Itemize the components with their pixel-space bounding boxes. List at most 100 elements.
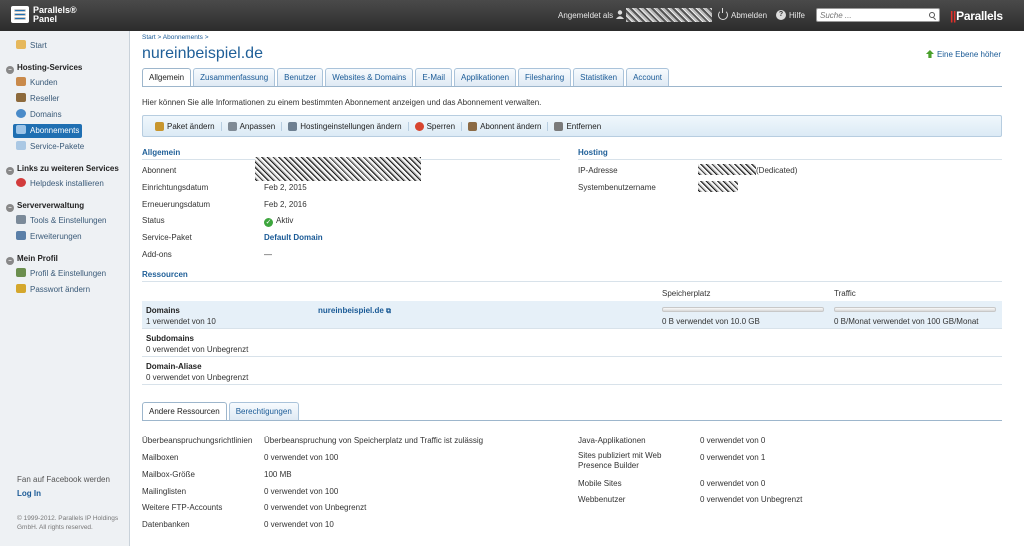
ip-label: IP-Adresse (578, 166, 618, 175)
sidebar-item-start[interactable]: Start (13, 39, 50, 53)
external-link-icon: ⧉ (386, 308, 392, 315)
service-package-link[interactable]: Default Domain (264, 233, 323, 242)
suspend-button[interactable]: Sperren (409, 121, 463, 131)
section-mein-profil[interactable]: – Mein Profil (6, 254, 58, 265)
ftp-accounts-label: Weitere FTP-Accounts (142, 503, 223, 512)
general-heading: Allgemein (142, 148, 181, 157)
traffic-bar (834, 307, 996, 312)
ip-suffix: (Dedicated) (756, 166, 798, 175)
domain-link[interactable]: nureinbeispiel.de ⧉ (318, 306, 391, 316)
hosting-heading: Hosting (578, 148, 608, 157)
overuse-label: Überbeanspruchungsrichtlinien (142, 436, 253, 445)
tab-websites-domains[interactable]: Websites & Domains (325, 68, 414, 86)
logo-text: Parallels® Panel (33, 5, 77, 24)
presence-builder-value: 0 verwendet von 1 (700, 453, 766, 462)
customize-button[interactable]: Anpassen (222, 121, 283, 131)
hosting-settings-button[interactable]: Hostingeinstellungen ändern (282, 121, 409, 131)
facebook-login-link[interactable]: Log In (17, 489, 41, 498)
help-link[interactable]: Hilfe (789, 11, 805, 20)
brand-logo: ||Parallels (950, 9, 1003, 23)
helpdesk-icon (16, 178, 26, 187)
customer-icon (16, 77, 26, 86)
hosting-settings-icon (288, 121, 298, 131)
presence-builder-label-2: Presence Builder (578, 461, 639, 470)
collapse-icon[interactable]: – (6, 204, 14, 212)
change-plan-button[interactable]: Paket ändern (149, 121, 222, 131)
tab-zusammenfassung[interactable]: Zusammenfassung (193, 68, 276, 86)
tab-email[interactable]: E-Mail (415, 68, 452, 86)
up-level-link[interactable]: Eine Ebene höher (925, 50, 1001, 59)
section-hosting-services[interactable]: – Hosting-Services (6, 63, 82, 74)
toolbar: Paket ändern Anpassen Hostingeinstellung… (142, 115, 1002, 137)
tab-benutzer[interactable]: Benutzer (277, 68, 324, 86)
collapse-icon[interactable]: – (6, 66, 14, 74)
collapse-icon[interactable]: – (6, 167, 14, 175)
resources-heading: Ressourcen (142, 270, 188, 279)
sysuser-label: Systembenutzername (578, 183, 656, 192)
subscription-icon (16, 125, 26, 134)
domains-usage: 1 verwendet von 10 (146, 317, 216, 326)
sidebar-item-helpdesk[interactable]: Helpdesk installieren (13, 177, 107, 191)
aliases-usage: 0 verwendet von Unbegrenzt (146, 373, 249, 382)
java-apps-label: Java-Applikationen (578, 436, 646, 445)
hosting-divider (578, 159, 1002, 160)
sidebar-item-erweiterungen[interactable]: Erweiterungen (13, 230, 85, 244)
resources-divider (142, 281, 1002, 282)
remove-button[interactable]: Entfernen (548, 121, 607, 131)
power-icon[interactable] (718, 8, 728, 20)
addons-value: — (264, 250, 272, 259)
reseller-icon (16, 93, 26, 102)
tools-icon (16, 215, 26, 224)
arrow-up-icon (925, 50, 934, 58)
customize-icon (227, 121, 237, 131)
mailinglists-value: 0 verwendet von 100 (264, 487, 339, 496)
sidebar-item-kunden[interactable]: Kunden (13, 76, 61, 90)
username-redacted[interactable] (626, 8, 712, 22)
sidebar-item-abonnements[interactable]: Abonnements (13, 124, 83, 138)
mailboxes-label: Mailboxen (142, 453, 179, 462)
tab-andere-ressourcen[interactable]: Andere Ressourcen (142, 402, 227, 421)
search-box[interactable] (816, 8, 940, 22)
webusers-label: Webbenutzer (578, 495, 626, 504)
change-subscriber-button[interactable]: Abonnent ändern (462, 121, 549, 131)
tab-allgemein[interactable]: Allgemein (142, 68, 192, 87)
sidebar-item-service-pakete[interactable]: Service-Pakete (13, 140, 87, 154)
lower-tabs: Andere Ressourcen Berechtigungen (142, 402, 301, 421)
tab-statistiken[interactable]: Statistiken (573, 68, 625, 86)
subdomains-name: Subdomains (146, 334, 195, 343)
search-input[interactable] (817, 9, 925, 21)
traffic-usage: 0 B/Monat verwendet von 100 GB/Monat (834, 317, 979, 326)
top-bar: Parallels® Panel Angemeldet als Abmelden … (0, 0, 1024, 31)
collapse-icon[interactable]: – (6, 257, 14, 265)
logout-link[interactable]: Abmelden (731, 11, 767, 20)
section-serververwaltung[interactable]: – Serververwaltung (6, 201, 84, 212)
mailboxes-value: 0 verwendet von 100 (264, 453, 339, 462)
page-title: nureinbeispiel.de (142, 45, 263, 62)
breadcrumb[interactable]: Start > Abonnements > (142, 34, 209, 41)
search-icon[interactable] (929, 12, 935, 18)
section-links[interactable]: – Links zu weiteren Services (6, 164, 119, 175)
parallels-logo-icon[interactable] (11, 6, 29, 23)
storage-bar (662, 307, 824, 312)
check-icon: ✓ (264, 218, 273, 227)
suspend-icon (414, 121, 424, 131)
resource-row-subdomains: Subdomains 0 verwendet von Unbegrenzt (142, 329, 1002, 357)
sidebar-item-passwort[interactable]: Passwort ändern (13, 283, 93, 297)
facebook-text: Fan auf Facebook werden (17, 475, 110, 484)
sidebar-item-tools[interactable]: Tools & Einstellungen (13, 214, 110, 228)
sidebar-item-profil[interactable]: Profil & Einstellungen (13, 267, 109, 281)
tab-account[interactable]: Account (626, 68, 669, 86)
traffic-header: Traffic (834, 289, 856, 298)
java-apps-value: 0 verwendet von 0 (700, 436, 766, 445)
service-package-label: Service-Paket (142, 233, 192, 242)
sidebar-item-domains[interactable]: Domains (13, 108, 65, 122)
help-icon[interactable]: ? (776, 10, 786, 20)
resource-row-domains: Domains 1 verwendet von 10 nureinbeispie… (142, 301, 1002, 329)
sidebar-item-reseller[interactable]: Reseller (13, 92, 62, 106)
tab-filesharing[interactable]: Filesharing (518, 68, 572, 86)
intro-text: Hier können Sie alle Informationen zu ei… (142, 98, 542, 107)
tab-berechtigungen[interactable]: Berechtigungen (228, 402, 299, 420)
status-label: Status (142, 216, 165, 225)
ip-redacted (698, 164, 756, 175)
tab-applikationen[interactable]: Applikationen (453, 68, 517, 86)
